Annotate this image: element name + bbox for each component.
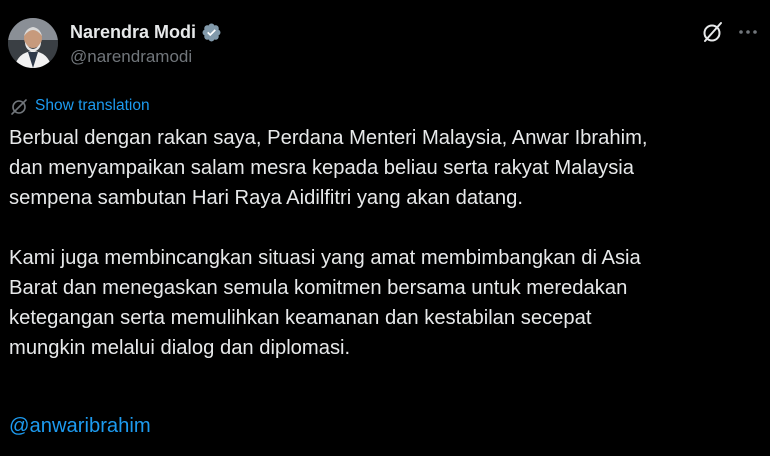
avatar[interactable]	[8, 18, 58, 68]
tweet-body: Berbual dengan rakan saya, Perdana Mente…	[9, 123, 764, 393]
author-display-name[interactable]: Narendra Modi	[70, 22, 196, 43]
author-name-row: Narendra Modi	[70, 20, 222, 44]
tweet-paragraph: Kami juga membincangkan situasi yang ama…	[9, 247, 641, 359]
tweet-paragraph: Berbual dengan rakan saya, Perdana Mente…	[9, 127, 648, 209]
show-translation-label[interactable]: Show translation	[35, 97, 150, 115]
grok-slash-icon[interactable]	[700, 19, 726, 45]
author-handle[interactable]: @narendramodi	[70, 47, 192, 67]
more-dots-icon[interactable]	[735, 19, 761, 45]
avatar-photo-icon	[8, 18, 58, 68]
verified-badge-icon	[201, 22, 222, 43]
mention-link[interactable]: @anwaribrahim	[9, 411, 151, 441]
show-translation-link[interactable]: Show translation	[9, 95, 150, 117]
translate-globe-icon	[9, 96, 30, 117]
